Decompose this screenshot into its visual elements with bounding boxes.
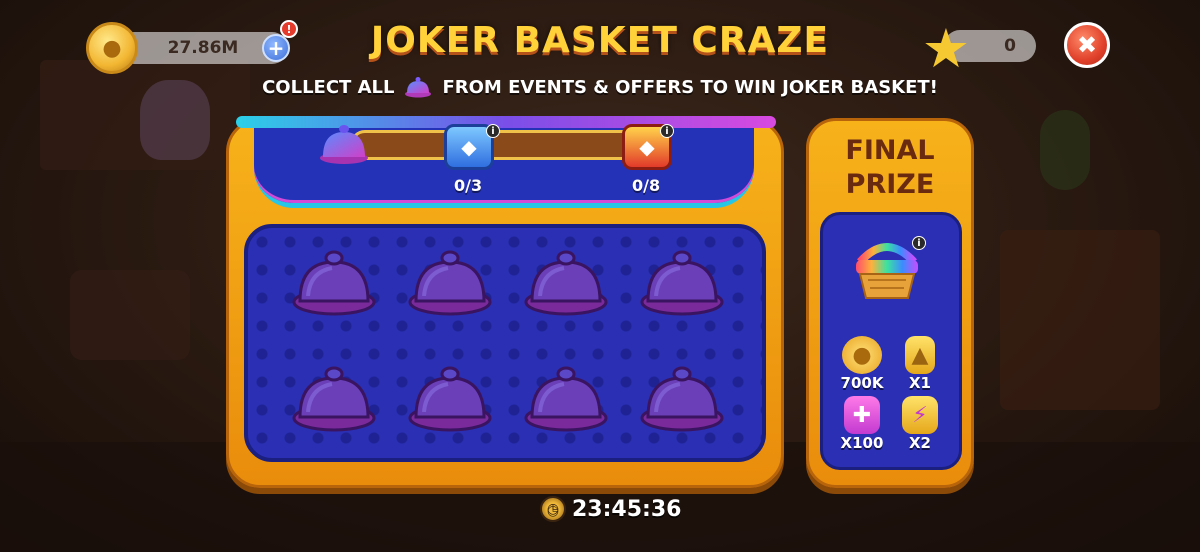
red-chest-icon: ◆ xyxy=(639,135,655,159)
reward-puzzle: ✚ X100 xyxy=(832,396,892,452)
blue-chest-icon: ◆ xyxy=(461,135,477,159)
timer-value: 23:45:36 xyxy=(572,496,682,522)
puzzle-piece-icon: ✚ xyxy=(844,396,880,434)
reward-ticket: ▲ X1 xyxy=(890,336,950,392)
bell-slot xyxy=(524,366,608,432)
info-icon[interactable]: i xyxy=(912,236,926,250)
lightning-puzzle-icon: ⚡ xyxy=(902,396,938,434)
bell-slot xyxy=(408,366,492,432)
subtitle-text-end: FROM EVENTS & OFFERS TO WIN JOKER BASKET… xyxy=(442,76,938,98)
coin-pile-icon: ● xyxy=(842,336,882,374)
bell-icon xyxy=(320,125,368,164)
reward-ticket-label: X1 xyxy=(908,374,931,392)
bell-slot xyxy=(292,366,376,432)
milestone-progress-label: 0/3 xyxy=(454,176,483,195)
event-title: JOKER BASKET CRAZE xyxy=(370,20,830,61)
reward-lightning-puzzle: ⚡ X2 xyxy=(890,396,950,452)
bell-slot xyxy=(640,250,724,316)
final-prize-title: FINAL PRIZE xyxy=(845,135,935,200)
subtitle-text-start: COLLECT ALL xyxy=(262,76,395,98)
bell-icon xyxy=(405,77,432,98)
reward-puzzle-label: X100 xyxy=(840,434,884,452)
board-rim xyxy=(236,116,776,128)
bell-slot xyxy=(640,366,724,432)
milestone-progress-label: 0/8 xyxy=(632,176,661,195)
reward-coins: ● 700K xyxy=(832,336,892,392)
event-timer: ◷ 23:45:36 xyxy=(540,494,681,524)
clock-icon: ◷ xyxy=(540,496,566,522)
info-icon[interactable]: i xyxy=(660,124,674,138)
event-subtitle: COLLECT ALL FROM EVENTS & OFFERS TO WIN … xyxy=(0,76,1200,98)
golden-ticket-icon: ▲ xyxy=(905,336,935,374)
reward-coins-label: 700K xyxy=(840,374,884,392)
bell-slot xyxy=(408,250,492,316)
reward-lightning-label: X2 xyxy=(908,434,931,452)
bell-slot xyxy=(524,250,608,316)
info-icon[interactable]: i xyxy=(486,124,500,138)
bell-slot xyxy=(292,250,376,316)
